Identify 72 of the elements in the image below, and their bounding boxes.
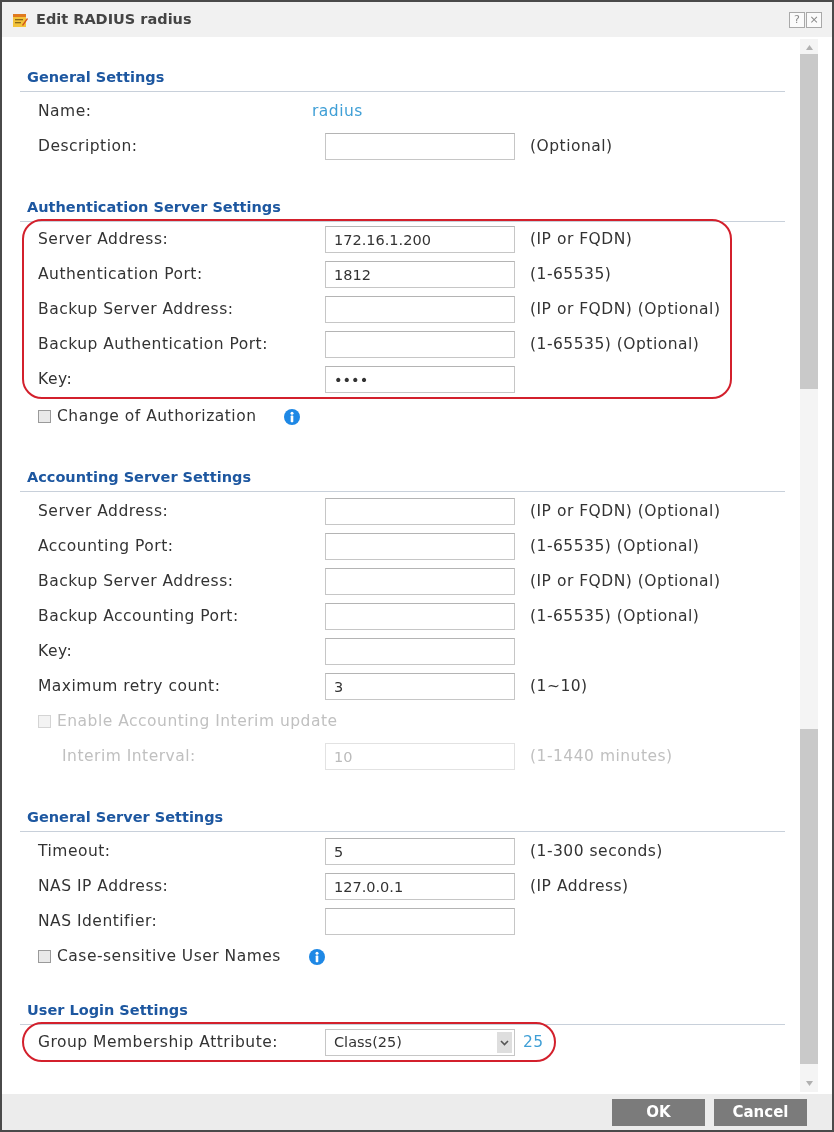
text-field[interactable]: 127.0.0.1 (325, 873, 515, 900)
scrollbar-track[interactable] (800, 39, 818, 1092)
text-field[interactable]: 5 (325, 838, 515, 865)
name-value: radius (312, 100, 363, 122)
text-field[interactable] (325, 908, 515, 935)
checkbox-label: Change of Authorization (57, 405, 257, 427)
field-label: Description: (38, 135, 139, 157)
section-heading: Authentication Server Settings (20, 197, 785, 222)
field-hint: (1-65535) (Optional) (530, 535, 700, 557)
text-field[interactable] (325, 331, 515, 358)
notepad-icon (12, 11, 28, 28)
field-hint: (1-300 seconds) (530, 840, 663, 862)
field-hint: (IP or FQDN) (Optional) (530, 570, 721, 592)
field-label: Interim Interval: (62, 745, 197, 767)
field-hint: (IP Address) (530, 875, 629, 897)
field-hint: (1-65535) (530, 263, 612, 285)
field-label: Server Address: (38, 228, 170, 250)
field-label: Authentication Port: (38, 263, 204, 285)
field-hint: (1-65535) (Optional) (530, 333, 700, 355)
dropdown-select[interactable]: Class(25) (325, 1029, 515, 1056)
text-field[interactable] (325, 498, 515, 525)
scroll-down-icon[interactable] (805, 1081, 813, 1086)
checkbox-label: Case-sensitive User Names (57, 945, 281, 967)
checkbox[interactable] (38, 410, 51, 423)
info-icon[interactable] (284, 408, 301, 425)
field-label: Backup Authentication Port: (38, 333, 269, 355)
scroll-up-icon[interactable] (805, 45, 813, 50)
scroll-thumb[interactable] (800, 54, 818, 389)
field-label: NAS IP Address: (38, 875, 170, 897)
text-field[interactable]: 172.16.1.200 (325, 226, 515, 253)
field-label: Accounting Port: (38, 535, 175, 557)
text-field[interactable] (325, 296, 515, 323)
section-heading: General Settings (20, 67, 785, 92)
field-hint: (IP or FQDN) (Optional) (530, 298, 721, 320)
field-label: Timeout: (38, 840, 112, 862)
text-field[interactable]: 1812 (325, 261, 515, 288)
ok-button[interactable]: OK (612, 1098, 705, 1126)
text-field[interactable]: 3 (325, 673, 515, 700)
window-title: Edit RADIUS radius (36, 9, 192, 29)
text-field[interactable] (325, 638, 515, 665)
field-label: Maximum retry count: (38, 675, 222, 697)
section-heading: Accounting Server Settings (20, 467, 785, 492)
section-heading: User Login Settings (20, 1000, 785, 1025)
field-hint: (1~10) (530, 675, 588, 697)
text-field[interactable]: •••• (325, 366, 515, 393)
field-hint: (1-65535) (Optional) (530, 605, 700, 627)
info-icon[interactable] (308, 948, 325, 965)
cancel-button[interactable]: Cancel (714, 1098, 807, 1126)
chevron-down-icon[interactable] (497, 1032, 512, 1053)
field-label: Server Address: (38, 500, 170, 522)
field-label: Key: (38, 640, 74, 662)
attribute-number: 25 (523, 1031, 544, 1053)
field-hint: (1-1440 minutes) (530, 745, 673, 767)
text-field[interactable] (325, 568, 515, 595)
text-field[interactable] (325, 533, 515, 560)
checkbox[interactable] (38, 950, 51, 963)
field-label: Group Membership Attribute: (38, 1031, 279, 1053)
text-field[interactable] (325, 603, 515, 630)
text-field[interactable] (325, 133, 515, 160)
field-label: Backup Accounting Port: (38, 605, 240, 627)
checkbox-label: Enable Accounting Interim update (57, 710, 338, 732)
field-hint: (IP or FQDN) (Optional) (530, 500, 721, 522)
field-hint: (Optional) (530, 135, 613, 157)
field-label: Backup Server Address: (38, 298, 235, 320)
close-button[interactable]: × (806, 11, 822, 28)
field-label: Key: (38, 368, 74, 390)
section-heading: General Server Settings (20, 807, 785, 832)
field-label: NAS Identifier: (38, 910, 159, 932)
field-label: Backup Server Address: (38, 570, 235, 592)
help-button[interactable]: ? (789, 11, 805, 28)
field-hint: (IP or FQDN) (530, 228, 633, 250)
scroll-thumb[interactable] (800, 729, 818, 1064)
